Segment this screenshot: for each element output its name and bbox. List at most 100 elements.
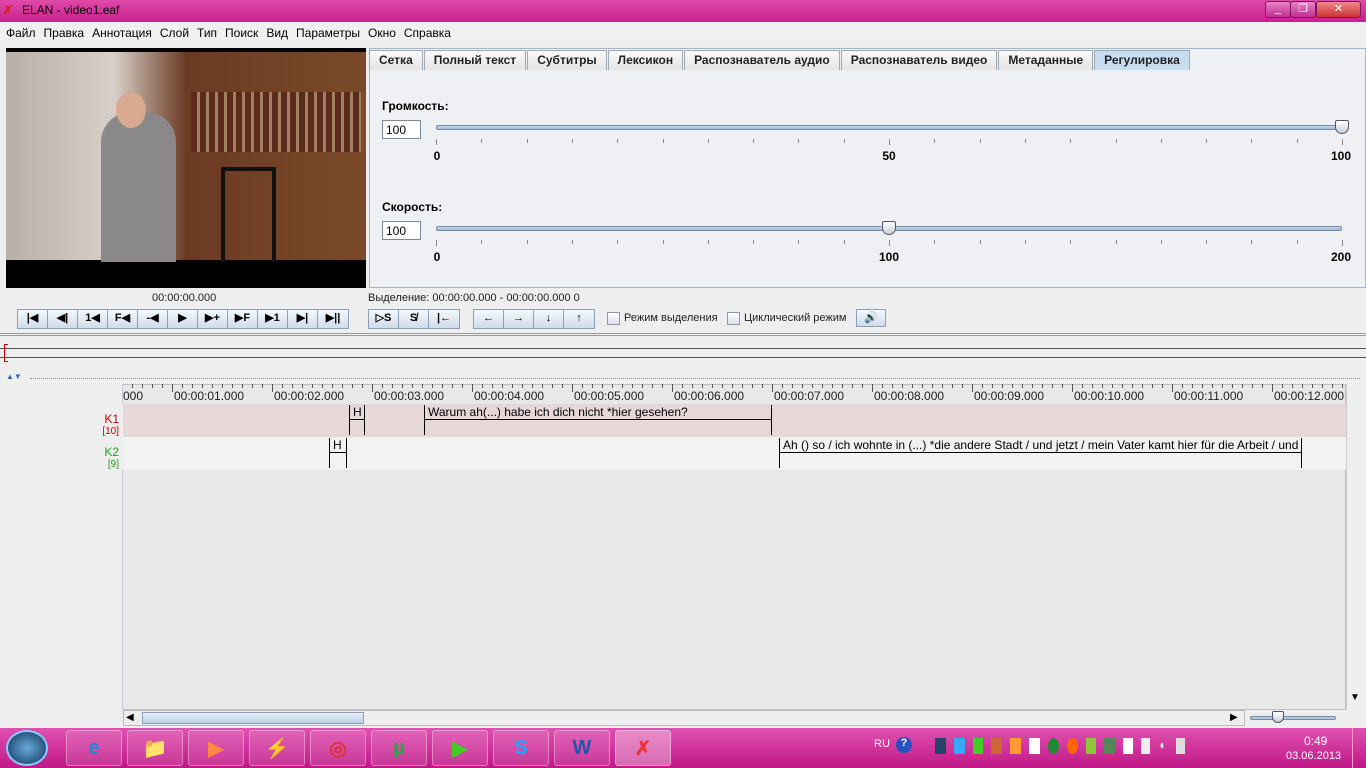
taskbar-word-icon[interactable]: W xyxy=(554,730,610,766)
tab-controls[interactable]: Регулировка xyxy=(1094,50,1190,70)
taskbar-media-player-icon[interactable]: ▶ xyxy=(188,730,244,766)
video-player[interactable] xyxy=(6,48,366,288)
annotation[interactable]: H xyxy=(349,405,365,435)
next-annotation-button[interactable]: → xyxy=(504,310,534,328)
loop-mode-checkbox[interactable] xyxy=(727,312,740,325)
tray-odnoklassniki-icon[interactable] xyxy=(1066,738,1078,754)
timeline-overview[interactable] xyxy=(0,340,1366,362)
annotation[interactable]: H xyxy=(329,438,347,468)
volume-speaker-icon[interactable]: 🔊 xyxy=(856,309,886,327)
horizontal-scrollbar[interactable]: ◀ ▶ xyxy=(123,710,1245,726)
taskbar-utorrent-icon[interactable]: µ xyxy=(371,730,427,766)
taskbar-player-icon[interactable]: ▶ xyxy=(432,730,488,766)
taskbar-chrome-icon[interactable]: ◎ xyxy=(310,730,366,766)
tray-green-icon[interactable] xyxy=(1085,738,1097,754)
menu-annotation[interactable]: Аннотация xyxy=(92,22,157,44)
taskbar-ie-icon[interactable]: e xyxy=(66,730,122,766)
annotation-below-button[interactable]: ↓ xyxy=(534,310,564,328)
zoom-slider[interactable] xyxy=(1250,716,1336,720)
next-second-button[interactable]: ▶1 xyxy=(258,310,288,328)
tab-lexicon[interactable]: Лексикон xyxy=(607,50,684,70)
tray-flag-icon[interactable] xyxy=(1123,738,1133,754)
time-ruler[interactable]: 000 00:00:01.000 00:00:02.000 00:00:03.000 0… xyxy=(123,384,1346,404)
speed-input[interactable]: 100 xyxy=(382,221,421,240)
maximize-button[interactable]: ❐ xyxy=(1290,1,1316,18)
ruler-tick xyxy=(1202,384,1203,388)
clock-time[interactable]: 0:49 xyxy=(1304,734,1327,748)
tray-vk-icon[interactable] xyxy=(1029,738,1040,754)
taskbar-skype-icon[interactable]: S xyxy=(493,730,549,766)
annotation[interactable]: Warum ah(...) habe ich dich nicht *hier … xyxy=(424,405,772,435)
previous-annotation-button[interactable]: ← xyxy=(474,310,504,328)
taskbar-explorer-icon[interactable]: 📁 xyxy=(127,730,183,766)
tray-teamviewer-icon[interactable] xyxy=(953,738,965,754)
scroll-right-icon[interactable]: ▶ xyxy=(1230,712,1238,723)
horizontal-scrollbar-thumb[interactable] xyxy=(142,712,364,724)
speed-slider-thumb[interactable] xyxy=(882,221,896,235)
tab-audio-recognizer[interactable]: Распознаватель аудио xyxy=(684,50,840,70)
taskbar-elan-icon[interactable]: ✗ xyxy=(615,730,671,766)
annotation[interactable]: Ah () so / ich wohnte in (...) *die ande… xyxy=(779,438,1302,468)
splitter-handle[interactable] xyxy=(0,333,1366,336)
play-button[interactable]: ▶ xyxy=(168,310,198,328)
menu-window[interactable]: Окно xyxy=(368,22,401,44)
menu-view[interactable]: Вид xyxy=(266,22,293,44)
tab-metadata[interactable]: Метаданные xyxy=(998,50,1094,70)
slider-tick xyxy=(526,139,528,143)
toggle-crosshair-button[interactable]: |← xyxy=(429,310,459,328)
tray-ffa-icon[interactable] xyxy=(935,738,946,754)
tab-video-recognizer[interactable]: Распознаватель видео xyxy=(840,50,998,70)
go-to-end-button[interactable]: ▶|| xyxy=(318,310,348,328)
previous-scrollview-button[interactable]: ◀| xyxy=(48,310,78,328)
volume-slider[interactable] xyxy=(436,125,1342,130)
help-icon[interactable]: ? xyxy=(896,737,912,753)
vertical-scrollbar[interactable]: ▼ xyxy=(1346,384,1364,710)
next-pixel-button[interactable]: ▶+ xyxy=(198,310,228,328)
ruler-tick xyxy=(1042,384,1043,388)
go-to-begin-button[interactable]: |◀ xyxy=(18,310,48,328)
ruler-tick xyxy=(312,384,313,388)
play-selection-button[interactable]: ▷S xyxy=(369,310,399,328)
clear-selection-button[interactable]: S̸ xyxy=(399,310,429,328)
menu-help[interactable]: Справка xyxy=(404,22,456,44)
close-button[interactable]: ✕ xyxy=(1316,1,1361,18)
previous-frame-button[interactable]: F◀ xyxy=(108,310,138,328)
start-button[interactable] xyxy=(6,730,48,766)
tab-full-text[interactable]: Полный текст xyxy=(423,50,527,70)
tray-volume-icon[interactable]: ◖ xyxy=(1158,738,1167,754)
previous-pixel-button[interactable]: -◀ xyxy=(138,310,168,328)
tray-usb-icon[interactable] xyxy=(1104,738,1116,754)
expand-collapse-arrows-icon[interactable]: ▲▼ xyxy=(6,372,22,381)
taskbar-flashget-icon[interactable]: ⚡ xyxy=(249,730,305,766)
volume-slider-thumb[interactable] xyxy=(1335,120,1349,134)
tray-player-icon[interactable] xyxy=(972,738,984,754)
menu-type[interactable]: Тип xyxy=(197,22,222,44)
menu-edit[interactable]: Правка xyxy=(44,22,90,44)
menu-options[interactable]: Параметры xyxy=(296,22,365,44)
next-frame-button[interactable]: ▶F xyxy=(228,310,258,328)
scroll-left-icon[interactable]: ◀ xyxy=(126,712,134,723)
menu-search[interactable]: Поиск xyxy=(225,22,263,44)
selection-mode-checkbox[interactable] xyxy=(607,312,620,325)
tray-utorrent-icon[interactable] xyxy=(1047,738,1059,754)
tray-agent-icon[interactable] xyxy=(1010,738,1022,754)
tab-grid[interactable]: Сетка xyxy=(369,50,423,70)
menu-file[interactable]: Файл xyxy=(6,22,41,44)
zoom-slider-thumb[interactable] xyxy=(1272,711,1284,723)
annotation-above-button[interactable]: ↑ xyxy=(564,310,594,328)
ruler-tick xyxy=(962,384,963,388)
tray-power-icon[interactable] xyxy=(1140,738,1151,754)
language-indicator[interactable]: RU xyxy=(874,738,890,750)
tab-subtitles[interactable]: Субтитры xyxy=(527,50,607,70)
menu-tier[interactable]: Слой xyxy=(160,22,194,44)
volume-input[interactable]: 100 xyxy=(382,120,421,139)
tray-network-icon[interactable] xyxy=(1175,738,1185,754)
scroll-down-icon[interactable]: ▼ xyxy=(1350,692,1360,703)
previous-second-button[interactable]: 1◀ xyxy=(78,310,108,328)
minimize-button[interactable]: _ xyxy=(1265,1,1291,18)
next-scrollview-button[interactable]: ▶| xyxy=(288,310,318,328)
show-desktop-button[interactable] xyxy=(1352,728,1366,768)
clock-date[interactable]: 03.06.2013 xyxy=(1286,750,1341,762)
tray-books-icon[interactable] xyxy=(991,738,1003,754)
ruler-tick xyxy=(222,384,223,388)
